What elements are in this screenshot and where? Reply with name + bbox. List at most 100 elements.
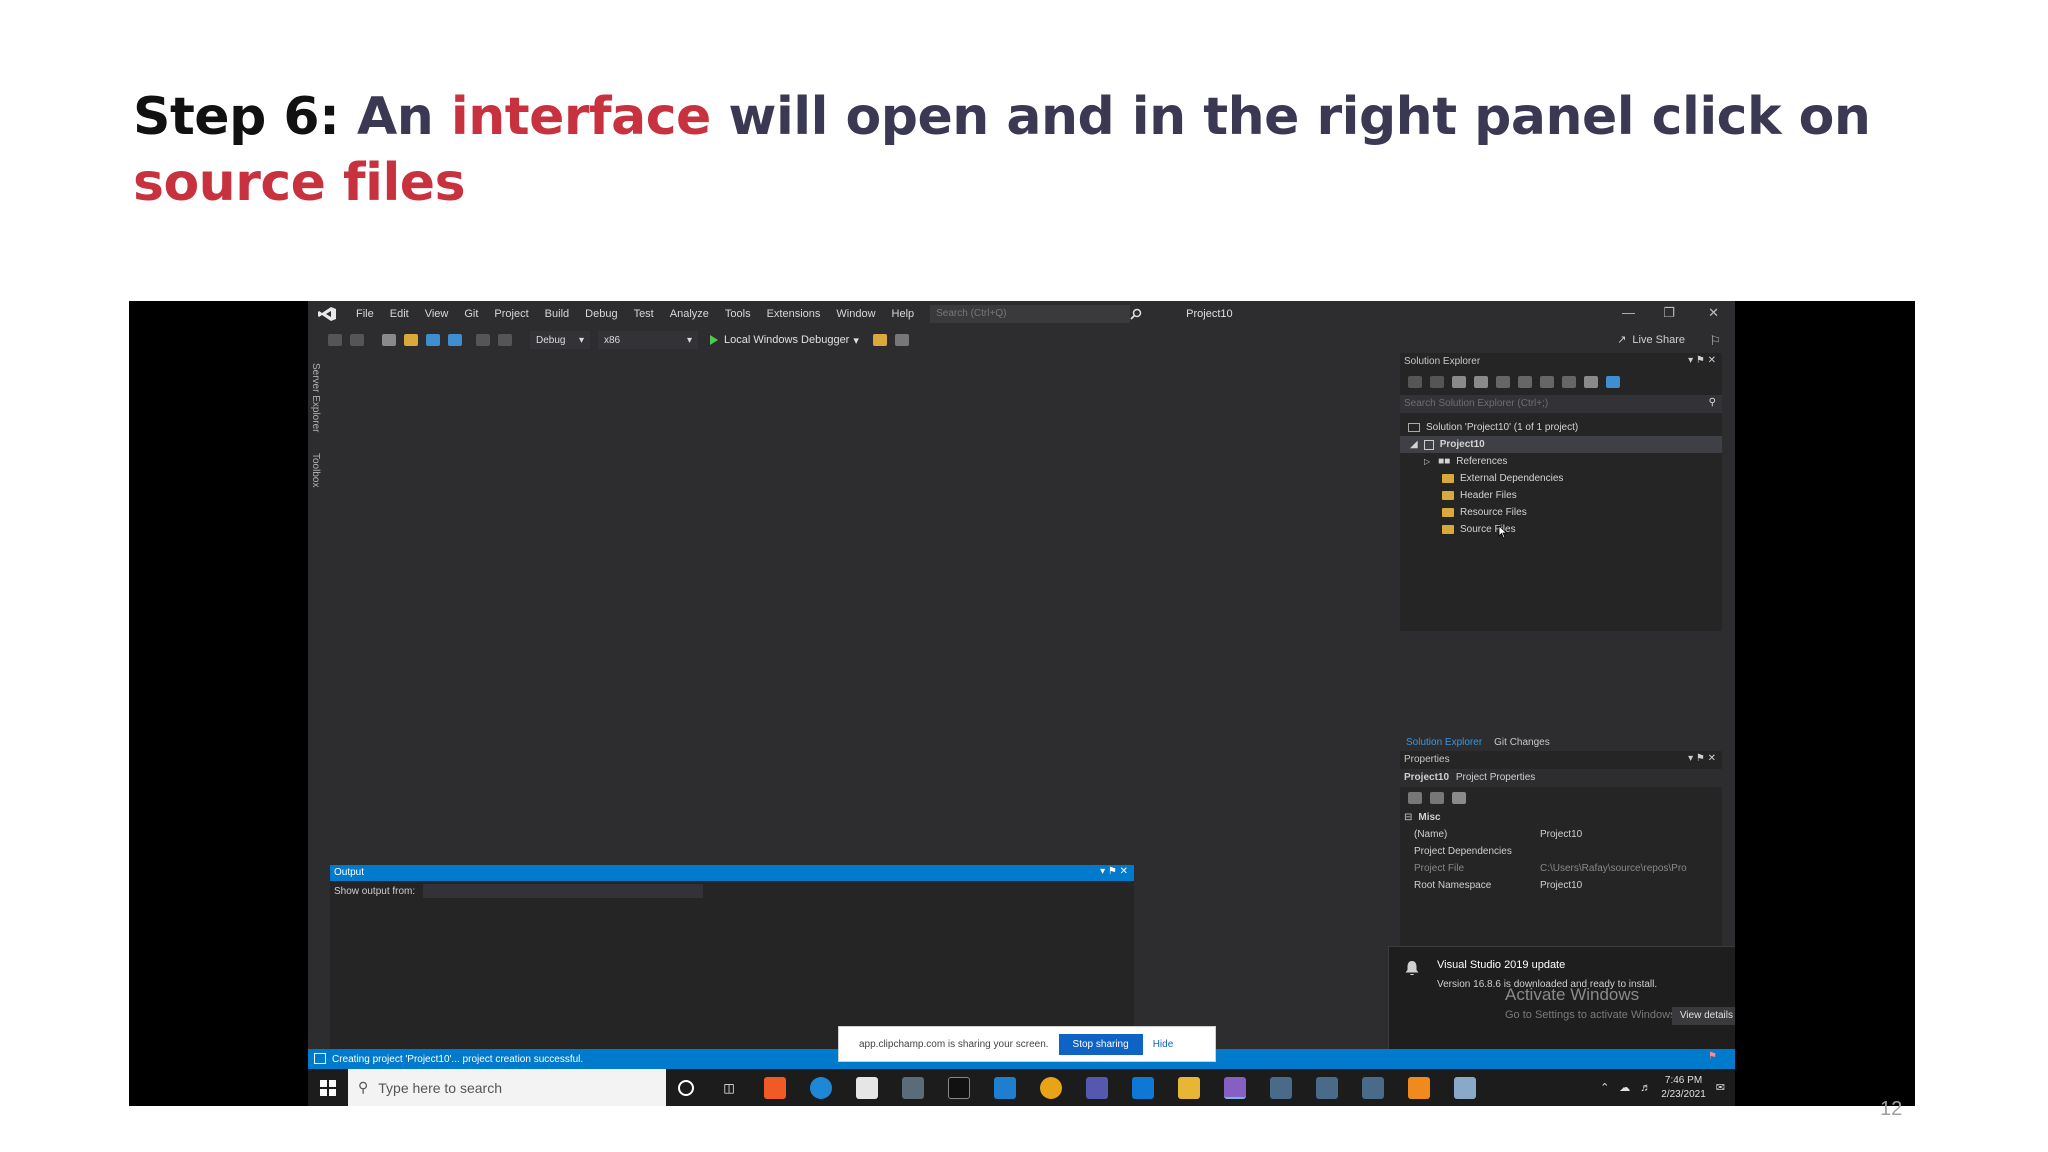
app-icon[interactable] bbox=[1270, 1076, 1292, 1099]
cortana-icon[interactable] bbox=[678, 1079, 694, 1096]
layout-icon[interactable] bbox=[894, 334, 909, 346]
mail-icon[interactable] bbox=[994, 1076, 1016, 1099]
new-project-icon[interactable] bbox=[382, 334, 396, 346]
task-view-icon[interactable]: ◫ bbox=[718, 1077, 740, 1099]
view-details-button[interactable]: View details bbox=[1671, 1007, 1735, 1025]
start-debugging-button[interactable]: Local Windows Debugger ▾ bbox=[710, 334, 859, 347]
menu-extensions[interactable]: Extensions bbox=[759, 308, 829, 320]
tab-git-changes[interactable]: Git Changes bbox=[1488, 737, 1556, 748]
terminal-icon[interactable] bbox=[948, 1076, 970, 1099]
switch-views-icon[interactable] bbox=[1474, 376, 1488, 388]
visual-studio-icon[interactable] bbox=[1224, 1076, 1246, 1099]
vlc-icon[interactable] bbox=[1408, 1076, 1430, 1099]
platform-dropdown[interactable]: x86 ▾ bbox=[598, 331, 698, 349]
file-explorer-icon[interactable] bbox=[1178, 1076, 1200, 1099]
properties-object-selector[interactable]: Project10 Project Properties bbox=[1400, 769, 1722, 787]
hot-reload-icon[interactable] bbox=[872, 334, 887, 346]
solution-search-input[interactable]: Search Solution Explorer (Ctrl+;) ⚲ bbox=[1400, 395, 1722, 413]
pending-changes-icon[interactable] bbox=[1496, 376, 1510, 388]
menu-test[interactable]: Test bbox=[626, 308, 662, 320]
forward-icon[interactable] bbox=[1430, 376, 1444, 388]
menu-help[interactable]: Help bbox=[884, 308, 923, 320]
chevron-up-icon[interactable]: ⌃ bbox=[1600, 1081, 1609, 1094]
feedback-icon[interactable]: ⚐ bbox=[1709, 333, 1721, 349]
search-icon[interactable]: ⚲ bbox=[1709, 397, 1716, 408]
panel-controls[interactable]: ▾ ⚑ ✕ bbox=[1688, 753, 1716, 764]
categorized-icon[interactable] bbox=[1408, 792, 1422, 804]
collapse-arrow-icon[interactable]: ▷ bbox=[1424, 457, 1430, 466]
property-row[interactable]: Root Namespace Project10 bbox=[1400, 877, 1722, 894]
menu-edit[interactable]: Edit bbox=[382, 308, 417, 320]
redo-icon[interactable] bbox=[498, 334, 512, 346]
menu-debug[interactable]: Debug bbox=[577, 308, 625, 320]
expand-arrow-icon[interactable]: ◢ bbox=[1410, 439, 1418, 450]
app-icon[interactable] bbox=[1454, 1076, 1476, 1099]
properties-wrench-icon[interactable] bbox=[1584, 376, 1598, 388]
menu-file[interactable]: File bbox=[348, 308, 382, 320]
configuration-dropdown[interactable]: Debug ▾ bbox=[530, 331, 590, 349]
brave-browser-icon[interactable] bbox=[764, 1076, 786, 1099]
close-icon[interactable]: ✕ bbox=[1708, 305, 1719, 321]
vs-search-input[interactable]: Search (Ctrl+Q) bbox=[930, 305, 1131, 323]
tree-item-external-dependencies[interactable]: External Dependencies bbox=[1400, 470, 1722, 487]
menu-build[interactable]: Build bbox=[537, 308, 577, 320]
property-row[interactable]: Project Dependencies bbox=[1400, 843, 1722, 860]
minimize-icon[interactable]: — bbox=[1622, 305, 1635, 320]
property-row[interactable]: Project File C:\Users\Rafay\source\repos… bbox=[1400, 860, 1722, 877]
search-icon[interactable] bbox=[1126, 308, 1146, 320]
forward-icon[interactable] bbox=[350, 334, 364, 346]
restore-icon[interactable]: ❐ bbox=[1663, 305, 1675, 321]
undo-icon[interactable] bbox=[476, 334, 490, 346]
notifications-icon[interactable]: ⚑ bbox=[1708, 1051, 1717, 1062]
vscode-icon[interactable] bbox=[1132, 1076, 1154, 1099]
app-icon[interactable] bbox=[1316, 1076, 1338, 1099]
edge-browser-icon[interactable] bbox=[810, 1076, 832, 1099]
panel-controls[interactable]: ▾ ⚑ ✕ bbox=[1688, 355, 1716, 366]
menu-view[interactable]: View bbox=[417, 308, 457, 320]
volume-icon[interactable]: ♬ bbox=[1640, 1082, 1651, 1094]
collapse-box-icon[interactable]: ⊟ bbox=[1400, 812, 1412, 823]
menu-window[interactable]: Window bbox=[828, 308, 883, 320]
menu-git[interactable]: Git bbox=[456, 308, 486, 320]
save-all-icon[interactable] bbox=[448, 334, 462, 346]
taskbar-search-input[interactable]: ⚲ Type here to search bbox=[348, 1069, 666, 1106]
tree-item-references[interactable]: ▷ ■■ References bbox=[1400, 453, 1722, 470]
tab-solution-explorer[interactable]: Solution Explorer bbox=[1400, 737, 1488, 748]
property-pages-wrench-icon[interactable] bbox=[1452, 792, 1466, 804]
app-icon[interactable] bbox=[902, 1076, 924, 1099]
open-folder-icon[interactable] bbox=[404, 334, 418, 346]
stop-sharing-button[interactable]: Stop sharing bbox=[1058, 1033, 1143, 1055]
property-row[interactable]: (Name) Project10 bbox=[1400, 826, 1722, 843]
tree-item-header-files[interactable]: Header Files bbox=[1400, 487, 1722, 504]
properties-section-misc[interactable]: ⊟ Misc bbox=[1400, 809, 1722, 826]
app-icon[interactable] bbox=[1362, 1076, 1384, 1099]
toolbox-tab[interactable]: Toolbox bbox=[310, 453, 321, 487]
windows-start-icon[interactable] bbox=[308, 1069, 348, 1106]
preview-icon[interactable] bbox=[1606, 376, 1620, 388]
alphabetical-icon[interactable] bbox=[1430, 792, 1444, 804]
home-icon[interactable] bbox=[1452, 376, 1466, 388]
solution-node[interactable]: Solution 'Project10' (1 of 1 project) bbox=[1400, 419, 1722, 436]
live-share-button[interactable]: ↗ Live Share bbox=[1617, 333, 1685, 347]
tree-item-source-files[interactable]: Source Files bbox=[1400, 521, 1722, 539]
show-all-files-icon[interactable] bbox=[1562, 376, 1576, 388]
teams-icon[interactable] bbox=[1086, 1076, 1108, 1099]
menu-analyze[interactable]: Analyze bbox=[662, 308, 717, 320]
project-node[interactable]: ◢ Project10 bbox=[1400, 436, 1722, 453]
collapse-all-icon[interactable] bbox=[1540, 376, 1554, 388]
cloud-icon[interactable]: ☁ bbox=[1619, 1081, 1630, 1094]
menu-project[interactable]: Project bbox=[486, 308, 536, 320]
tree-item-resource-files[interactable]: Resource Files bbox=[1400, 504, 1722, 521]
server-explorer-tab[interactable]: Server Explorer bbox=[310, 363, 321, 432]
sync-icon[interactable] bbox=[1518, 376, 1532, 388]
chrome-icon[interactable] bbox=[1040, 1076, 1062, 1099]
back-icon[interactable] bbox=[1408, 376, 1422, 388]
action-center-icon[interactable]: ✉ bbox=[1716, 1081, 1725, 1094]
output-source-select[interactable] bbox=[423, 884, 704, 898]
back-icon[interactable] bbox=[328, 334, 342, 346]
pane-controls[interactable]: ▾ ⚑ ✕ bbox=[1100, 866, 1128, 877]
menu-tools[interactable]: Tools bbox=[717, 308, 759, 320]
store-icon[interactable] bbox=[856, 1076, 878, 1099]
clock[interactable]: 7:46 PM 2/23/2021 bbox=[1661, 1074, 1706, 1102]
save-icon[interactable] bbox=[426, 334, 440, 346]
